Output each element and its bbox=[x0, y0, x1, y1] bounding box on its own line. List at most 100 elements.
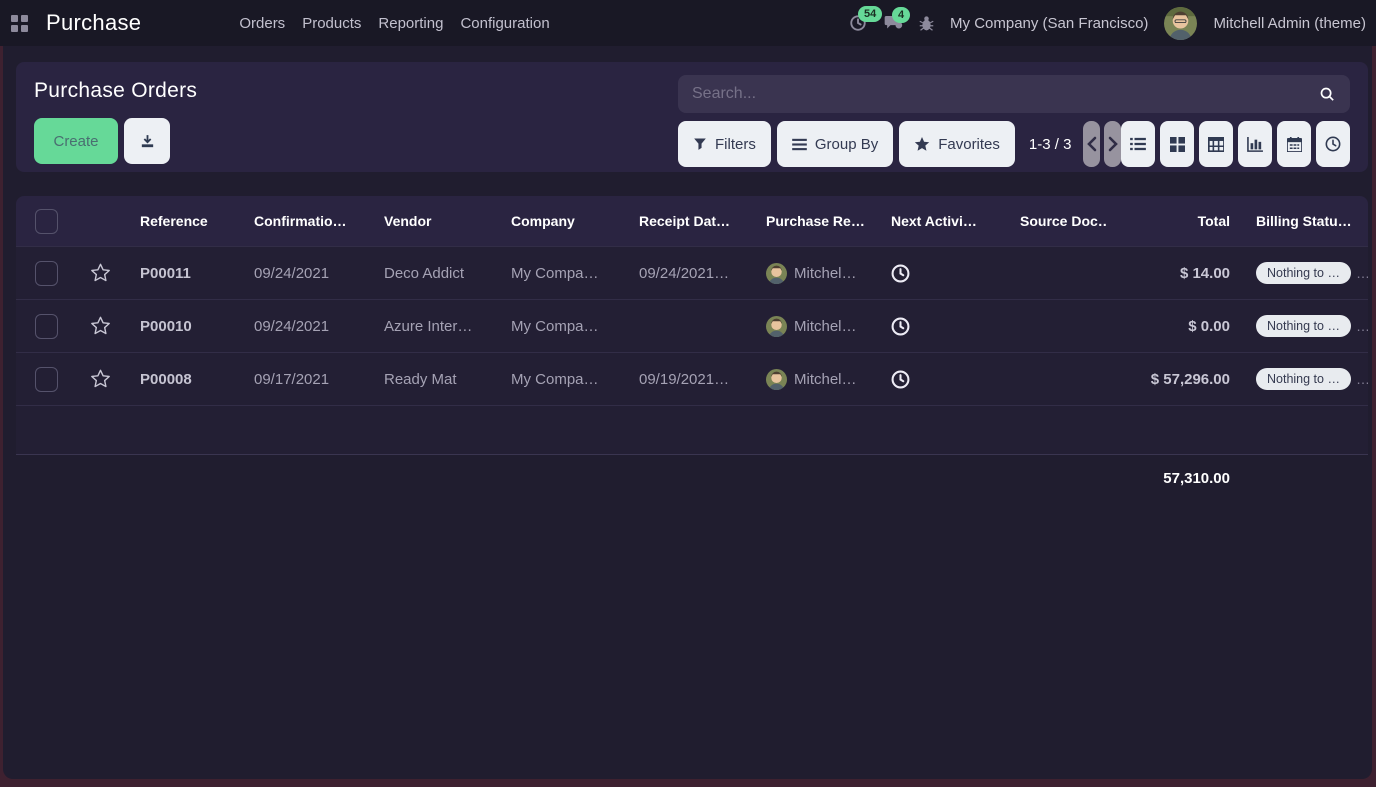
rep-name: Mitchel… bbox=[794, 370, 857, 388]
control-panel: Purchase Orders Create Search... Filters… bbox=[16, 62, 1368, 172]
cell-billing-status: Nothing to … … bbox=[1236, 368, 1368, 390]
menu-products[interactable]: Products bbox=[300, 11, 363, 36]
view-graph-button[interactable] bbox=[1238, 121, 1272, 167]
header-billing-status[interactable]: Billing Statu… bbox=[1236, 213, 1368, 229]
activity-clock-icon bbox=[891, 264, 910, 282]
select-all-checkbox[interactable] bbox=[35, 208, 58, 234]
search-icon[interactable] bbox=[1319, 86, 1336, 103]
rep-name: Mitchel… bbox=[794, 264, 857, 282]
activities-tray-button[interactable]: 54 bbox=[849, 6, 883, 32]
header-confirmation-date[interactable]: Confirmatio… bbox=[238, 213, 368, 229]
filter-toolbar: Filters Group By Favorites 1-3 / 3 bbox=[678, 121, 1350, 167]
export-button[interactable] bbox=[124, 118, 170, 164]
view-list-button[interactable] bbox=[1121, 121, 1155, 167]
table-row[interactable]: P00011 09/24/2021 Deco Addict My Compa… … bbox=[16, 246, 1368, 299]
cell-confirmation-date: 09/24/2021 bbox=[254, 264, 330, 282]
cell-next-activity[interactable] bbox=[875, 264, 1001, 283]
pager-range: 1-3 / 3 bbox=[1028, 135, 1072, 153]
view-calendar-button[interactable] bbox=[1277, 121, 1311, 167]
table-row[interactable]: P00008 09/17/2021 Ready Mat My Compa… 09… bbox=[16, 352, 1368, 405]
graph-view-icon bbox=[1247, 136, 1263, 152]
header-source-document[interactable]: Source Doc… bbox=[1001, 213, 1106, 229]
cell-receipt-date: 09/24/2021… bbox=[639, 264, 730, 282]
download-icon bbox=[141, 134, 153, 147]
cell-total: $ 0.00 bbox=[1188, 317, 1230, 335]
overflow-ellipsis: … bbox=[1356, 318, 1368, 334]
group-by-button[interactable]: Group By bbox=[776, 121, 894, 167]
cell-confirmation-date: 09/24/2021 bbox=[254, 317, 330, 335]
cell-next-activity[interactable] bbox=[875, 370, 1001, 389]
menu-orders[interactable]: Orders bbox=[237, 11, 287, 36]
cell-billing-status: Nothing to … … bbox=[1236, 315, 1368, 337]
menu-configuration[interactable]: Configuration bbox=[458, 11, 551, 36]
row-star-toggle[interactable] bbox=[75, 369, 125, 389]
row-checkbox[interactable] bbox=[35, 366, 58, 392]
billing-status-badge: Nothing to … bbox=[1256, 315, 1351, 337]
message-count-badge: 4 bbox=[892, 6, 911, 23]
cell-vendor: Azure Inter… bbox=[384, 317, 473, 335]
star-outline-icon bbox=[90, 316, 110, 335]
billing-status-badge: Nothing to … bbox=[1256, 368, 1351, 390]
bars-icon bbox=[792, 138, 807, 150]
row-checkbox[interactable] bbox=[35, 260, 58, 286]
cell-billing-status: Nothing to … … bbox=[1236, 262, 1368, 284]
company-switcher[interactable]: My Company (San Francisco) bbox=[950, 15, 1148, 32]
header-total[interactable]: Total bbox=[1106, 213, 1236, 229]
favorites-label: Favorites bbox=[938, 135, 1000, 153]
favorites-button[interactable]: Favorites bbox=[899, 121, 1015, 167]
pager-previous-button[interactable] bbox=[1083, 121, 1101, 167]
messages-tray-button[interactable]: 4 bbox=[883, 6, 911, 32]
group-by-label: Group By bbox=[814, 135, 879, 153]
cell-purchase-rep: Mitchel… bbox=[750, 315, 875, 337]
activity-clock-icon bbox=[891, 317, 910, 335]
row-star-toggle[interactable] bbox=[75, 263, 125, 283]
row-star-toggle[interactable] bbox=[75, 316, 125, 336]
header-next-activity[interactable]: Next Activi… bbox=[875, 213, 1001, 229]
user-avatar[interactable] bbox=[1164, 6, 1198, 40]
search-input[interactable] bbox=[692, 85, 1319, 103]
create-button[interactable]: Create bbox=[34, 118, 118, 164]
app-title[interactable]: Purchase bbox=[46, 10, 141, 36]
header-purchase-rep[interactable]: Purchase Re… bbox=[750, 213, 875, 229]
search-bar[interactable] bbox=[678, 75, 1350, 113]
billing-status-badge: Nothing to … bbox=[1256, 262, 1351, 284]
main-content: Purchase Orders Create Search... Filters… bbox=[3, 46, 1372, 779]
cell-next-activity[interactable] bbox=[875, 317, 1001, 336]
header-receipt-date[interactable]: Receipt Dat… bbox=[623, 213, 750, 229]
star-icon bbox=[915, 136, 930, 151]
debug-tray-button[interactable] bbox=[919, 15, 934, 32]
table-footer: 57,310.00 bbox=[16, 455, 1368, 501]
activity-view-icon bbox=[1325, 136, 1341, 152]
activity-count-badge: 54 bbox=[858, 6, 883, 22]
user-menu[interactable]: Mitchell Admin (theme) bbox=[1213, 15, 1366, 32]
header-reference[interactable]: Reference bbox=[125, 213, 238, 229]
header-vendor[interactable]: Vendor bbox=[368, 213, 495, 229]
cell-total: $ 14.00 bbox=[1179, 264, 1230, 282]
menu-reporting[interactable]: Reporting bbox=[376, 11, 445, 36]
table-header: Reference Confirmatio… Vendor Company Re… bbox=[16, 196, 1368, 246]
row-checkbox[interactable] bbox=[35, 313, 58, 339]
bug-icon bbox=[919, 15, 934, 31]
pager-next-button[interactable] bbox=[1104, 121, 1121, 167]
view-pivot-button[interactable] bbox=[1199, 121, 1233, 167]
cell-reference: P00008 bbox=[140, 370, 192, 388]
overflow-ellipsis: … bbox=[1356, 371, 1368, 387]
header-company[interactable]: Company bbox=[495, 213, 623, 229]
top-navbar: Purchase Orders Products Reporting Confi… bbox=[0, 0, 1376, 46]
view-activity-button[interactable] bbox=[1316, 121, 1350, 167]
view-kanban-button[interactable] bbox=[1160, 121, 1194, 167]
star-outline-icon bbox=[90, 369, 110, 388]
cell-purchase-rep: Mitchel… bbox=[750, 262, 875, 284]
apps-menu-icon[interactable] bbox=[6, 10, 32, 36]
table-row[interactable]: P00010 09/24/2021 Azure Inter… My Compa…… bbox=[16, 299, 1368, 352]
pivot-view-icon bbox=[1208, 136, 1224, 152]
calendar-view-icon bbox=[1286, 136, 1302, 152]
cell-vendor: Deco Addict bbox=[384, 264, 465, 282]
control-panel-left: Purchase Orders Create bbox=[34, 75, 678, 172]
control-panel-right: Filters Group By Favorites 1-3 bbox=[678, 75, 1350, 172]
grid-icon bbox=[10, 14, 28, 32]
filters-button[interactable]: Filters bbox=[678, 121, 771, 167]
cell-purchase-rep: Mitchel… bbox=[750, 368, 875, 390]
list-view-icon bbox=[1130, 137, 1146, 151]
empty-row bbox=[16, 405, 1368, 455]
